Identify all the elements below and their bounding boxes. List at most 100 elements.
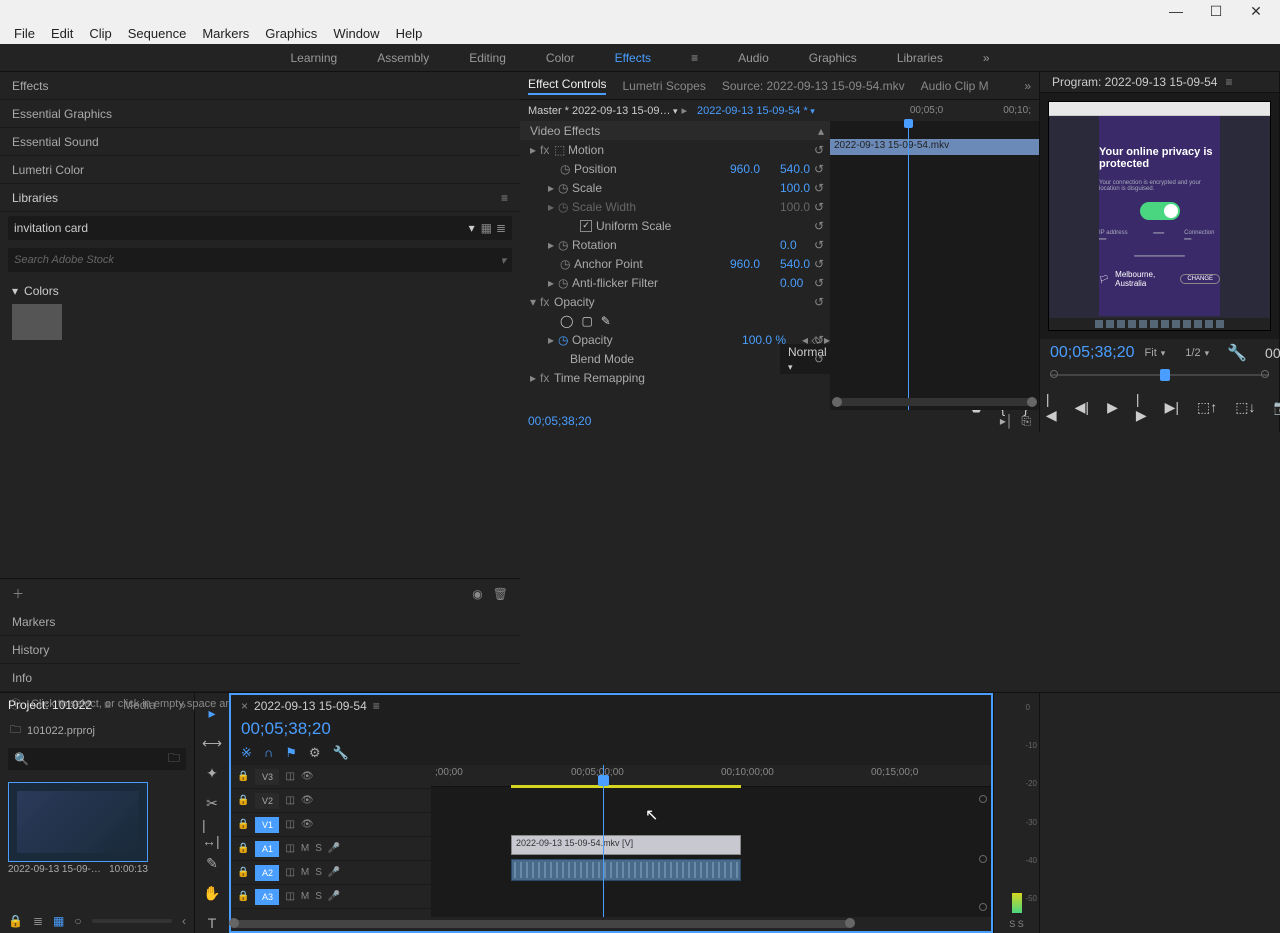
timeline-tab[interactable]: 2022-09-13 15-09-54: [254, 699, 367, 713]
panel-history[interactable]: History: [0, 636, 520, 664]
ws-audio[interactable]: Audio: [718, 51, 789, 65]
program-scrubber[interactable]: [1050, 367, 1269, 383]
fx-icon[interactable]: fx: [540, 295, 554, 309]
position-x[interactable]: 960.0: [730, 162, 780, 176]
settings-icon[interactable]: ⚙: [309, 745, 321, 761]
ws-graphics[interactable]: Graphics: [789, 51, 877, 65]
panel-essential-graphics[interactable]: Essential Graphics: [0, 100, 520, 128]
project-item[interactable]: 2022-09-13 15-09-…10:00:13: [8, 782, 148, 875]
project-search-input[interactable]: 🔍🗀: [8, 748, 186, 770]
linked-selection-icon[interactable]: ∩: [264, 745, 273, 761]
mic-icon[interactable]: 🎤: [328, 843, 340, 854]
new-bin-icon[interactable]: 🗀: [168, 749, 180, 770]
ws-libraries[interactable]: Libraries: [877, 51, 963, 65]
timeline-current-time[interactable]: 00;05;38;20: [231, 717, 359, 741]
write-icon[interactable]: 🔒: [8, 914, 23, 928]
track-zoom-handle[interactable]: [979, 795, 987, 803]
panel-libraries[interactable]: Libraries≡: [0, 184, 520, 212]
anchor-x[interactable]: 960.0: [730, 257, 780, 271]
track-a1[interactable]: A1: [255, 841, 279, 857]
stopwatch-icon[interactable]: ◷: [558, 238, 572, 252]
tab-effect-controls[interactable]: Effect Controls: [528, 77, 606, 95]
program-tab-menu-icon[interactable]: ≡: [1225, 75, 1232, 89]
eye-icon[interactable]: 👁: [301, 819, 314, 830]
track-v2[interactable]: V2: [255, 793, 279, 809]
lock-icon[interactable]: 🔒: [237, 867, 249, 878]
stopwatch-icon[interactable]: ◷: [558, 181, 572, 195]
lib-sync-icon[interactable]: ◉: [472, 587, 482, 601]
go-to-in-icon[interactable]: |◀: [1046, 391, 1057, 424]
ec-collapse-icon[interactable]: ▴: [818, 124, 824, 138]
track-select-tool-icon[interactable]: ⟷: [202, 733, 222, 753]
stopwatch-icon[interactable]: ◷: [558, 276, 572, 290]
timeline-tracks[interactable]: ;00;00 00;05;00;00 00;10;00;00 00;15;00;…: [431, 765, 991, 917]
wrench-icon[interactable]: 🔧: [333, 745, 349, 761]
sync-lock-icon[interactable]: ◫: [285, 819, 294, 830]
timeline-zoom-scrollbar[interactable]: [231, 917, 991, 931]
lock-icon[interactable]: 🔒: [237, 843, 249, 854]
ripple-tool-icon[interactable]: ✦: [202, 763, 222, 783]
lib-grid-icon[interactable]: ▦: [481, 221, 492, 235]
proj-overflow-icon[interactable]: ‹: [182, 914, 186, 928]
program-tab[interactable]: Program: 2022-09-13 15-09-54: [1052, 75, 1217, 89]
eye-icon[interactable]: 👁: [301, 771, 314, 782]
ec-play-icon[interactable]: ▸│: [1000, 414, 1014, 429]
reset-icon[interactable]: ↺: [814, 276, 824, 290]
ec-master-clip[interactable]: Master * 2022-09-13 15-09…: [528, 105, 678, 117]
libraries-menu-icon[interactable]: ≡: [501, 191, 508, 205]
marker-icon[interactable]: ⚑: [285, 745, 297, 761]
mask-ellipse-icon[interactable]: ◯: [560, 314, 573, 328]
project-thumbnail[interactable]: [8, 782, 148, 862]
timeline-ruler[interactable]: ;00;00 00;05;00;00 00;10;00;00 00;15;00;…: [431, 765, 991, 787]
reset-icon[interactable]: ↺: [814, 238, 824, 252]
transform-icon[interactable]: ⬚: [554, 143, 568, 157]
reset-icon[interactable]: ↺: [814, 162, 824, 176]
timeline-tab-menu-icon[interactable]: ≡: [373, 699, 380, 713]
twirl-icon[interactable]: ▸: [548, 333, 558, 347]
ws-editing[interactable]: Editing: [449, 51, 526, 65]
track-a3[interactable]: A3: [255, 889, 279, 905]
tab-source[interactable]: Source: 2022-09-13 15-09-54.mkv: [722, 79, 905, 93]
razor-tool-icon[interactable]: ✂: [202, 793, 222, 813]
stopwatch-icon[interactable]: ◷: [560, 257, 574, 271]
freeform-view-icon[interactable]: ○: [74, 914, 81, 928]
twirl-icon[interactable]: ▸: [548, 276, 558, 290]
source-tabs-overflow-icon[interactable]: »: [1024, 79, 1031, 93]
ec-zoom-scrollbar[interactable]: [834, 398, 1035, 406]
hand-tool-icon[interactable]: ✋: [202, 883, 222, 903]
type-tool-icon[interactable]: T: [202, 913, 222, 933]
icon-view-icon[interactable]: ▦: [53, 914, 64, 928]
window-close[interactable]: ✕: [1236, 1, 1276, 21]
ws-effects-menu-icon[interactable]: ≡: [671, 51, 718, 65]
twirl-icon[interactable]: ▸: [548, 181, 558, 195]
ec-current-time[interactable]: 00;05;38;20: [528, 414, 591, 428]
step-back-icon[interactable]: ◀|: [1075, 399, 1089, 416]
program-fit-select[interactable]: Fit: [1145, 347, 1166, 359]
stopwatch-icon[interactable]: ◷: [558, 333, 572, 347]
menu-graphics[interactable]: Graphics: [257, 26, 325, 41]
tab-lumetri-scopes[interactable]: Lumetri Scopes: [622, 79, 705, 93]
lib-add-icon[interactable]: ＋: [12, 585, 24, 602]
track-zoom-handle[interactable]: [979, 855, 987, 863]
mask-pen-icon[interactable]: ✎: [601, 314, 611, 328]
panel-info[interactable]: Info: [0, 664, 520, 692]
prop-timeremap[interactable]: Time Remapping: [554, 371, 830, 385]
ec-sequence-clip[interactable]: 2022-09-13 15-09-54 *: [697, 105, 815, 117]
lock-icon[interactable]: 🔒: [237, 795, 249, 806]
reset-icon[interactable]: ↺: [814, 219, 824, 233]
twirl-icon[interactable]: ▾: [530, 295, 540, 309]
reset-icon[interactable]: ↺: [814, 181, 824, 195]
ws-overflow-icon[interactable]: »: [963, 51, 1010, 65]
lift-icon[interactable]: ⬚↑: [1197, 399, 1217, 416]
wrench-icon[interactable]: 🔧: [1227, 343, 1247, 363]
track-v1[interactable]: V1: [255, 817, 279, 833]
lib-list-icon[interactable]: ≣: [496, 221, 506, 235]
list-view-icon[interactable]: ≣: [33, 914, 43, 928]
twirl-icon[interactable]: ▸: [530, 143, 540, 157]
timeline-playhead[interactable]: [603, 765, 604, 917]
menu-file[interactable]: File: [6, 26, 43, 41]
go-to-out-icon[interactable]: ▶|: [1165, 399, 1179, 416]
ws-assembly[interactable]: Assembly: [357, 51, 449, 65]
twirl-icon[interactable]: ▸: [548, 238, 558, 252]
program-monitor-view[interactable]: Your online privacy is protected Your co…: [1040, 93, 1279, 339]
